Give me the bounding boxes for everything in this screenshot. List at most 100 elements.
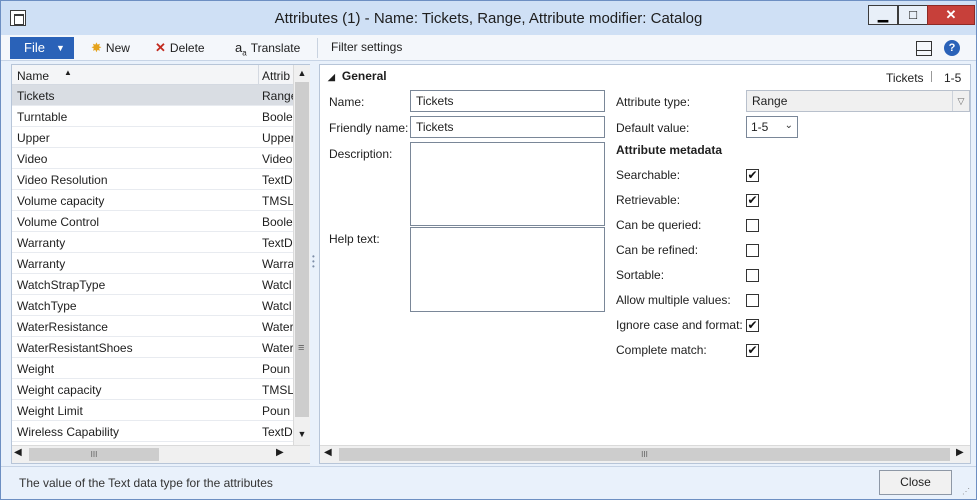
table-row[interactable]: WatchType Watcl	[12, 295, 293, 316]
grid-header: Name ▲ Attrib	[12, 65, 293, 85]
row-name-cell: Turntable	[17, 110, 68, 124]
translate-button[interactable]: aa Translate	[235, 40, 300, 58]
row-name-cell: Tickets	[17, 89, 55, 103]
metadata-label: Sortable:	[616, 268, 665, 282]
table-row[interactable]: Weight Limit Poun	[12, 400, 293, 421]
table-row[interactable]: Volume Control Boole	[12, 211, 293, 232]
toolbar-separator	[317, 38, 318, 58]
metadata-checkbox[interactable]	[746, 244, 759, 257]
scroll-left-icon[interactable]: ◀	[14, 447, 22, 458]
attribute-type-field[interactable]: Range ▽	[746, 90, 970, 112]
scroll-down-icon[interactable]: ▼	[294, 426, 310, 443]
table-row[interactable]: WaterResistance Water	[12, 316, 293, 337]
chevron-down-icon[interactable]: ▽	[952, 91, 969, 111]
delete-button[interactable]: ✕ Delete	[155, 40, 205, 56]
column-divider[interactable]	[258, 65, 259, 85]
details-pane: ◢ General Tickets 1-5 Name: Tickets Frien…	[319, 64, 971, 464]
row-name-cell: WatchStrapType	[17, 278, 106, 292]
layout-icon[interactable]	[916, 41, 932, 56]
row-name-cell: Weight Limit	[17, 404, 83, 418]
file-menu-button[interactable]: File ▼	[10, 37, 74, 59]
friendly-name-field[interactable]: Tickets	[410, 116, 605, 138]
row-attribute-cell: TMSL	[262, 383, 293, 397]
collapse-icon: ◢	[328, 72, 335, 82]
row-attribute-cell: Poun	[262, 404, 291, 418]
attributes-grid: Name ▲ Attrib Tickets Range Turntable Boole…	[11, 64, 310, 464]
description-field[interactable]	[410, 142, 605, 226]
metadata-label: Searchable:	[616, 168, 681, 182]
column-header-attribute[interactable]: Attrib	[262, 69, 293, 83]
grid-horizontal-scrollbar[interactable]: ◀ III ▶	[12, 445, 310, 463]
help-text-label: Help text:	[329, 232, 380, 246]
table-row[interactable]: Warranty TextD	[12, 232, 293, 253]
close-button[interactable]: Close	[879, 470, 952, 495]
metadata-checkbox[interactable]: ✔	[746, 319, 759, 332]
row-attribute-cell: Watcl	[262, 299, 292, 313]
help-text-field[interactable]	[410, 227, 605, 312]
sort-ascending-icon: ▲	[64, 68, 72, 77]
table-row[interactable]: WaterResistantShoes Water	[12, 337, 293, 358]
table-row[interactable]: Video Resolution TextD	[12, 169, 293, 190]
toolbar: File ▼ ✸ New ✕ Delete aa Translate Filter s…	[1, 35, 976, 61]
column-header-name[interactable]: Name	[17, 69, 49, 83]
horizontal-scroll-thumb[interactable]: III	[29, 448, 159, 461]
row-attribute-cell: Boole	[262, 110, 293, 124]
table-row[interactable]: Volume capacity TMSL	[12, 190, 293, 211]
default-value: 1-5	[751, 120, 769, 134]
title-bar: Attributes (1) - Name: Tickets, Range, A…	[1, 1, 976, 35]
file-label: File	[24, 40, 45, 55]
table-row[interactable]: Weight capacity TMSL	[12, 379, 293, 400]
details-horizontal-scrollbar[interactable]: ◀ III ▶	[320, 445, 970, 463]
table-row[interactable]: Wireless Capability TextD	[12, 421, 293, 442]
default-value-select[interactable]: 1-5 ⌄	[746, 116, 798, 138]
chevron-down-icon: ⌄	[784, 120, 793, 131]
window-title: Attributes (1) - Name: Tickets, Range, A…	[274, 10, 703, 27]
default-value-label: Default value:	[616, 121, 690, 135]
metadata-label: Can be queried:	[616, 218, 702, 232]
minimize-button[interactable]: ▁	[868, 5, 898, 25]
scroll-up-icon[interactable]: ▲	[294, 65, 310, 82]
metadata-checkbox[interactable]	[746, 269, 759, 282]
row-name-cell: Weight	[17, 362, 55, 376]
metadata-label: Retrievable:	[616, 193, 681, 207]
table-row[interactable]: Tickets Range	[12, 85, 293, 106]
metadata-checkbox[interactable]: ✔	[746, 169, 759, 182]
scroll-right-icon[interactable]: ▶	[276, 447, 284, 458]
scroll-right-icon[interactable]: ▶	[956, 447, 964, 458]
maximize-button[interactable]: □	[898, 5, 928, 25]
row-name-cell: WaterResistance	[17, 320, 108, 334]
table-row[interactable]: Video Video	[12, 148, 293, 169]
horizontal-scroll-thumb[interactable]: III	[339, 448, 950, 461]
translate-label: Translate	[250, 41, 301, 55]
scroll-left-icon[interactable]: ◀	[324, 447, 332, 458]
row-name-cell: WaterResistantShoes	[17, 341, 133, 355]
new-button[interactable]: ✸ New	[91, 40, 130, 56]
metadata-checkbox[interactable]: ✔	[746, 194, 759, 207]
name-field[interactable]: Tickets	[410, 90, 605, 112]
table-row[interactable]: WatchStrapType Watcl	[12, 274, 293, 295]
metadata-checkbox[interactable]	[746, 219, 759, 232]
grid-rows: Tickets Range Turntable Boole Upper Upper Vide…	[12, 85, 293, 442]
resize-grip-icon[interactable]: ⋰	[962, 487, 970, 496]
table-row[interactable]: Upper Upper	[12, 127, 293, 148]
metadata-checkbox[interactable]	[746, 294, 759, 307]
row-attribute-cell: TextD	[262, 173, 293, 187]
table-row[interactable]: Warranty Warra	[12, 253, 293, 274]
row-attribute-cell: Watcl	[262, 278, 292, 292]
new-label: New	[105, 41, 130, 55]
general-section-header[interactable]: ◢ General	[328, 69, 387, 83]
record-context-divider	[931, 71, 932, 82]
table-row[interactable]: Weight Poun	[12, 358, 293, 379]
vertical-scroll-thumb[interactable]: ≡	[295, 82, 309, 417]
pane-splitter[interactable]: • • •	[312, 253, 316, 271]
delete-x-icon: ✕	[155, 40, 166, 55]
close-window-button[interactable]: ✕	[927, 5, 975, 25]
metadata-checkbox[interactable]: ✔	[746, 344, 759, 357]
row-name-cell: WatchType	[17, 299, 77, 313]
filter-settings-button[interactable]: Filter settings	[331, 40, 402, 54]
row-name-cell: Volume Control	[17, 215, 100, 229]
table-row[interactable]: Turntable Boole	[12, 106, 293, 127]
help-icon[interactable]: ?	[944, 40, 960, 56]
grid-vertical-scrollbar[interactable]: ▲ ≡ ▼	[293, 65, 310, 445]
record-context-value: 1-5	[944, 71, 962, 85]
